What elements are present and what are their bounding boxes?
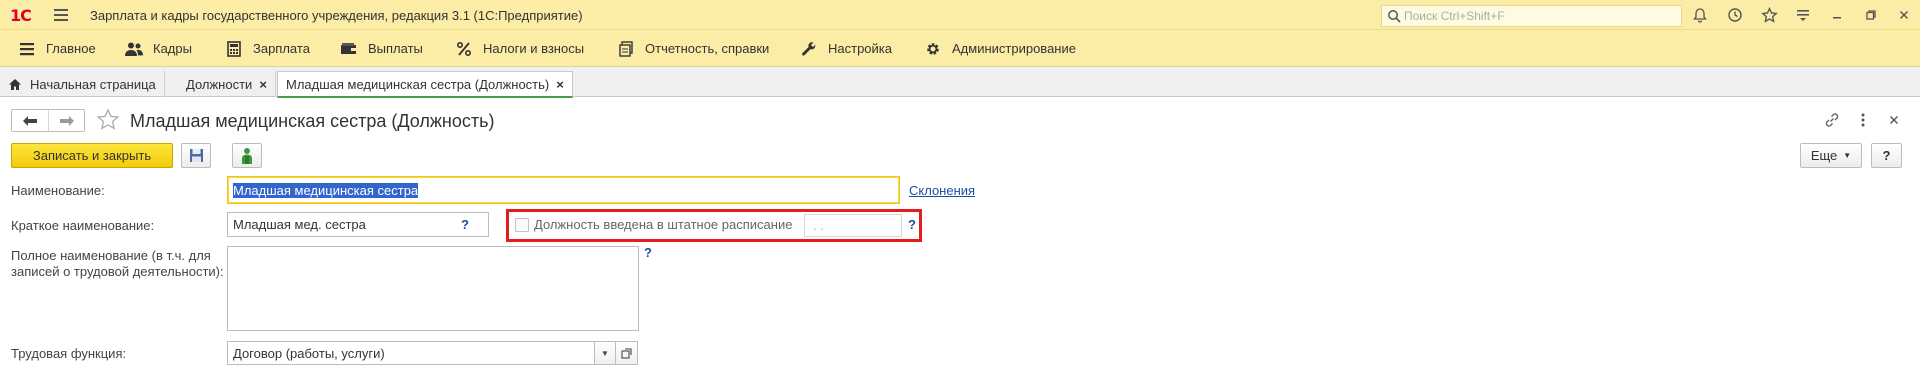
1c-logo: 1С — [10, 6, 32, 25]
org-structure-icon — [242, 147, 252, 164]
section-administration[interactable]: Администрирование — [923, 30, 1076, 67]
floppy-disk-icon — [189, 149, 203, 162]
favorites-star-icon[interactable] — [1758, 5, 1780, 25]
section-label: Главное — [46, 41, 96, 56]
section-taxes[interactable]: Налоги и взносы — [454, 30, 584, 67]
wrench-icon — [799, 39, 819, 59]
staff-schedule-label: Должность введена в штатное расписание — [534, 217, 793, 232]
arrow-right-icon — [59, 115, 74, 126]
full-name-textarea[interactable] — [227, 246, 639, 331]
labor-function-value: Договор (работы, услуги) — [233, 345, 385, 361]
wallet-icon — [339, 39, 359, 59]
section-reports[interactable]: Отчетность, справки — [616, 30, 769, 67]
percent-icon — [454, 39, 474, 59]
calculator-icon — [224, 39, 244, 59]
full-name-label-line1: Полное наименование (в т.ч. для — [11, 248, 211, 263]
declensions-link[interactable]: Склонения — [909, 183, 975, 198]
date-placeholder: . . — [813, 218, 824, 233]
section-label: Выплаты — [368, 41, 423, 56]
full-name-help-icon[interactable]: ? — [644, 245, 652, 260]
back-button[interactable] — [12, 110, 48, 131]
org-structure-button[interactable] — [232, 143, 262, 168]
tab-label: Начальная страница — [30, 76, 156, 92]
people-icon — [124, 39, 144, 59]
close-tab-icon[interactable]: × — [556, 77, 564, 92]
chevron-down-icon: ▼ — [601, 348, 609, 358]
close-window-icon[interactable] — [1893, 5, 1915, 25]
more-label: Еще — [1810, 148, 1838, 163]
short-name-field[interactable]: Младшая мед. сестра — [227, 212, 489, 237]
open-window-icon — [621, 347, 632, 359]
dropdown-button[interactable]: ▼ — [594, 341, 616, 365]
tab-current-position[interactable]: Младшая медицинская сестра (Должность) × — [277, 71, 573, 98]
section-label: Зарплата — [253, 41, 310, 56]
section-label: Настройка — [828, 41, 892, 56]
form-title: Младшая медицинская сестра (Должность) — [130, 111, 495, 131]
section-personnel[interactable]: Кадры — [124, 30, 192, 67]
section-label: Администрирование — [952, 41, 1076, 56]
global-search[interactable] — [1381, 5, 1682, 27]
title-bar: 1С Зарплата и кадры государственного учр… — [0, 0, 1920, 30]
name-label: Наименование: — [11, 183, 105, 198]
tab-positions[interactable]: Должности × — [178, 71, 276, 97]
save-button[interactable] — [181, 143, 211, 168]
staff-date-field[interactable]: . . — [804, 214, 902, 237]
section-payments[interactable]: Выплаты — [339, 30, 423, 67]
short-name-help-icon[interactable]: ? — [461, 217, 469, 232]
section-main[interactable]: Главное — [17, 30, 96, 67]
short-name-value: Младшая мед. сестра — [233, 217, 366, 232]
gear-icon — [923, 39, 943, 59]
search-icon — [1388, 10, 1401, 23]
labor-function-label: Трудовая функция: — [11, 346, 127, 361]
arrow-left-icon — [23, 115, 37, 126]
bell-icon[interactable] — [1689, 5, 1711, 25]
open-button[interactable] — [615, 341, 638, 365]
app-title: Зарплата и кадры государственного учрежд… — [90, 8, 583, 23]
name-value: Младшая медицинская сестра — [233, 182, 419, 198]
main-menu-icon[interactable] — [52, 7, 72, 23]
sections-panel: Главное Кадры Зарплата Выплаты Налоги и … — [0, 30, 1920, 67]
full-name-label-line2: записей о трудовой деятельности): — [11, 264, 224, 279]
help-button[interactable]: ? — [1871, 143, 1902, 168]
section-settings[interactable]: Настройка — [799, 30, 892, 67]
close-form-icon[interactable] — [1884, 110, 1904, 130]
labor-function-field[interactable]: Договор (работы, услуги) — [227, 341, 615, 365]
home-icon — [9, 78, 21, 90]
staff-schedule-checkbox[interactable] — [515, 218, 529, 232]
section-label: Налоги и взносы — [483, 41, 585, 56]
history-icon[interactable] — [1724, 5, 1746, 25]
favorite-star-icon[interactable] — [96, 108, 120, 132]
close-tab-icon[interactable]: × — [259, 77, 267, 92]
tab-home[interactable]: Начальная страница — [0, 71, 165, 97]
forward-button[interactable] — [48, 110, 84, 131]
menu-lines-icon — [17, 39, 37, 59]
open-windows-tabs: Начальная страница Должности × Младшая м… — [0, 67, 1920, 98]
reports-icon — [616, 39, 636, 59]
staff-schedule-help-icon[interactable]: ? — [908, 217, 916, 232]
tab-label: Младшая медицинская сестра (Должность) — [286, 76, 550, 92]
search-input[interactable] — [1404, 8, 1674, 24]
restore-icon[interactable] — [1860, 5, 1882, 25]
settings-menu-icon[interactable] — [1792, 5, 1814, 25]
chevron-down-icon: ▼ — [1843, 151, 1852, 160]
section-salary[interactable]: Зарплата — [224, 30, 310, 67]
navigation-buttons — [11, 109, 85, 132]
section-label: Отчетность, справки — [645, 41, 770, 56]
more-actions-icon[interactable] — [1853, 110, 1873, 130]
section-label: Кадры — [153, 41, 192, 56]
minimize-icon[interactable] — [1826, 5, 1848, 25]
tab-label: Должности — [186, 76, 253, 92]
short-name-label: Краткое наименование: — [11, 218, 155, 233]
save-and-close-button[interactable]: Записать и закрыть — [11, 143, 173, 168]
name-field[interactable]: Младшая медицинская сестра — [227, 176, 900, 204]
link-icon[interactable] — [1822, 110, 1842, 130]
more-button[interactable]: Еще ▼ — [1800, 143, 1862, 168]
